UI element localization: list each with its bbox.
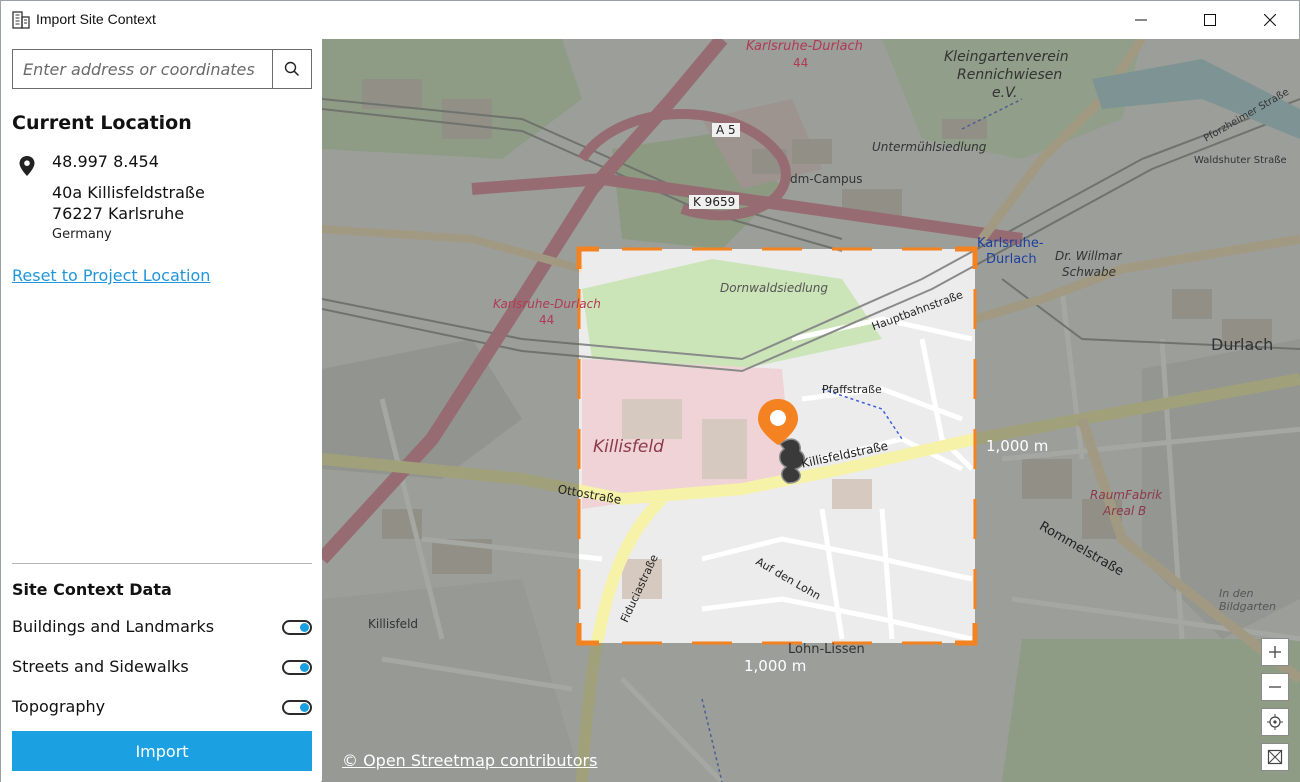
map-label: Durlach <box>986 252 1037 267</box>
toggle-row-buildings: Buildings and Landmarks <box>12 617 312 639</box>
close-icon <box>1264 14 1276 26</box>
building-icon <box>11 10 31 30</box>
maximize-icon <box>1204 14 1216 26</box>
map-label: e.V. <box>992 85 1018 101</box>
toggle-label: Buildings and Landmarks <box>12 617 215 636</box>
plus-icon <box>1269 646 1281 658</box>
toggle-label: Topography <box>12 697 106 716</box>
map-label: 44 <box>793 56 809 70</box>
address-city: 76227 Karlsruhe <box>52 204 185 223</box>
address-country: Germany <box>52 227 112 242</box>
map-label: Killisfeld <box>593 437 664 457</box>
map-label: Dornwaldsiedlung <box>720 281 828 295</box>
minus-icon <box>1269 686 1281 688</box>
divider <box>12 563 312 564</box>
map-label: Karlsruhe- <box>977 236 1044 251</box>
map-label: Lohn-Lissen <box>788 642 865 657</box>
import-button[interactable]: Import <box>12 731 312 771</box>
zoom-in-button[interactable] <box>1261 638 1289 666</box>
map-label: K 9659 <box>689 195 740 209</box>
minimize-button[interactable] <box>1118 1 1164 39</box>
toggle-label: Streets and Sidewalks <box>12 657 189 676</box>
toggle-knob <box>300 663 309 672</box>
zoom-out-button[interactable] <box>1261 673 1289 701</box>
map-label: Waldshuter Straße <box>1194 155 1287 166</box>
toggle-row-streets: Streets and Sidewalks <box>12 657 312 679</box>
fit-extent-button[interactable] <box>1261 743 1289 771</box>
buildings-toggle[interactable] <box>282 620 312 635</box>
map-label: Kleingartenverein <box>944 49 1069 65</box>
osm-credit-link[interactable]: © Open Streetmap contributors <box>342 751 597 770</box>
search-input[interactable] <box>12 49 273 89</box>
map-canvas <box>322 39 1300 782</box>
maximize-button[interactable] <box>1187 1 1233 39</box>
location-coordinates: 48.997 8.454 <box>52 152 159 171</box>
reset-to-project-location-link[interactable]: Reset to Project Location <box>12 266 210 285</box>
toggle-row-topography: Topography <box>12 697 312 719</box>
topography-toggle[interactable] <box>282 700 312 715</box>
map-label: Areal B <box>1103 504 1147 518</box>
map-label: Pfaffstraße <box>822 383 882 396</box>
toggle-knob <box>300 623 309 632</box>
search-bar <box>12 49 312 89</box>
import-site-context-window: Import Site Context Current Location <box>0 0 1300 782</box>
window-title: Import Site Context <box>36 11 156 27</box>
selection-height-label: 1,000 m <box>744 657 807 675</box>
title-bar: Import Site Context <box>1 1 1299 39</box>
site-context-data-title: Site Context Data <box>12 580 172 599</box>
current-location-title: Current Location <box>12 112 192 134</box>
selection-width-label: 1,000 m <box>986 437 1049 455</box>
map-label: 44 <box>539 313 555 327</box>
map-label: Durlach <box>1211 335 1274 354</box>
map-label: Karlsruhe-Durlach <box>746 39 863 54</box>
map-label: RaumFabrik <box>1090 488 1163 502</box>
map-label: dm-Campus <box>790 172 863 186</box>
toggle-knob <box>300 703 309 712</box>
map-label: Rennichwiesen <box>957 67 1063 83</box>
search-button[interactable] <box>272 49 312 89</box>
map-label: A 5 <box>712 123 740 137</box>
map-label: Dr. Willmar <box>1055 249 1122 263</box>
map-view[interactable]: Karlsruhe-Durlach 44 Kleingartenverein R… <box>322 39 1300 782</box>
fit-extent-icon <box>1267 749 1283 765</box>
streets-toggle[interactable] <box>282 660 312 675</box>
map-label: Killisfeld <box>368 617 419 631</box>
location-pin-icon <box>18 155 36 177</box>
map-label: Karlsruhe-Durlach <box>493 297 601 311</box>
locate-button[interactable] <box>1261 708 1289 736</box>
sidebar: Current Location 48.997 8.454 40a Killis… <box>1 39 321 782</box>
search-icon <box>284 61 300 77</box>
crosshair-icon <box>1267 714 1283 730</box>
map-label: Schwabe <box>1062 265 1116 279</box>
map-label: Untermühlsiedlung <box>872 140 987 154</box>
address-street: 40a Killisfeldstraße <box>52 183 205 202</box>
map-label: In den Bildgarten <box>1219 587 1276 613</box>
close-button[interactable] <box>1247 1 1293 39</box>
minimize-icon <box>1135 19 1147 21</box>
